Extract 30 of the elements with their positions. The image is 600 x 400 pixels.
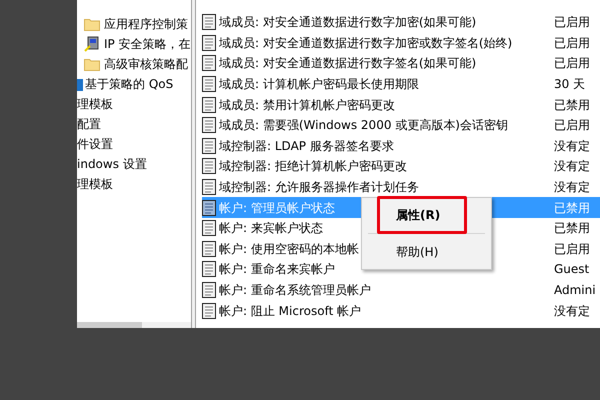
policy-name: 域成员: 禁用计算机帐户密码更改 xyxy=(219,96,395,114)
policy-setting: 已禁用 xyxy=(554,96,590,114)
policy-name: 域成员: 对安全通道数据进行数字签名(如果可能) xyxy=(219,55,476,72)
policy-name: 域控制器: 拒绝计算机帐户密码更改 xyxy=(219,158,407,176)
policy-setting: 已禁用 xyxy=(554,220,590,238)
policy-name: 域控制器: LDAP 服务器签名要求 xyxy=(219,138,394,155)
policy-name: 域成员: 对安全通道数据进行数字加密或数字签名(始终) xyxy=(219,34,512,52)
policy-setting: 没有定 xyxy=(554,158,590,176)
policy-setting: 已启用 xyxy=(554,55,590,72)
policy-setting: 没有定 xyxy=(554,302,590,320)
policy-name: 域成员: 对安全通道数据进行数字加密(如果可能) xyxy=(219,14,476,32)
policy-name: 帐户: 来宾帐户状态 xyxy=(219,220,323,238)
policy-setting: 没有定 xyxy=(554,138,590,155)
policy-setting: 已启用 xyxy=(554,117,590,134)
policy-name: 域控制器: 允许服务器操作者计划任务 xyxy=(219,179,419,196)
policy-setting: 已启用 xyxy=(554,14,590,32)
policy-setting: 已启用 xyxy=(554,240,590,258)
policy-name: 帐户: 重命名系统管理员帐户 xyxy=(219,282,371,300)
policy-setting: 30 天 xyxy=(554,76,586,94)
policy-name: 域成员: 需要强(Windows 2000 或更高版本)会话密钥 xyxy=(219,117,508,134)
policy-name: 域成员: 计算机帐户密码最长使用期限 xyxy=(219,76,419,94)
policy-name: 帐户: 管理员帐户状态 xyxy=(219,200,335,217)
policy-name: 帐户: 重命名来宾帐户 xyxy=(219,261,335,278)
policy-setting: Admini xyxy=(554,282,596,300)
policy-setting: 已禁用 xyxy=(554,200,590,217)
policy-setting: 没有定 xyxy=(554,179,590,196)
policy-setting: 已启用 xyxy=(554,34,590,52)
policy-name: 帐户: 阻止 Microsoft 帐户 xyxy=(219,302,362,320)
policy-setting: Guest xyxy=(554,261,590,278)
policy-name: 帐户: 使用空密码的本地帐 xyxy=(219,240,359,258)
